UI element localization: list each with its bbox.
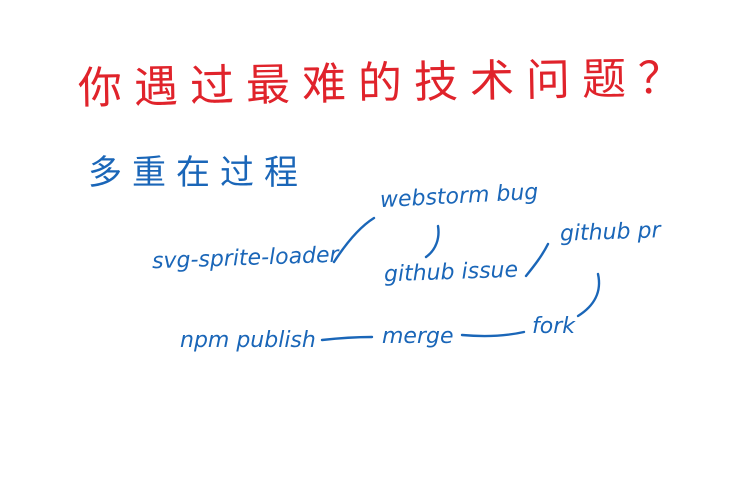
- stroke-pr-to-fork: [576, 272, 601, 318]
- connector-strokes: [320, 216, 601, 342]
- stroke-svg-to-webstorm: [332, 216, 376, 264]
- stroke-merge-to-fork: [460, 330, 526, 338]
- stroke-npm-to-merge: [320, 335, 374, 342]
- stroke-webstorm-to-issue: [424, 224, 440, 259]
- stroke-issue-to-pr: [524, 242, 550, 278]
- whiteboard-canvas: 你遇过最难的技术问题？ 多重在过程 webstorm bug svg-sprit…: [0, 0, 750, 500]
